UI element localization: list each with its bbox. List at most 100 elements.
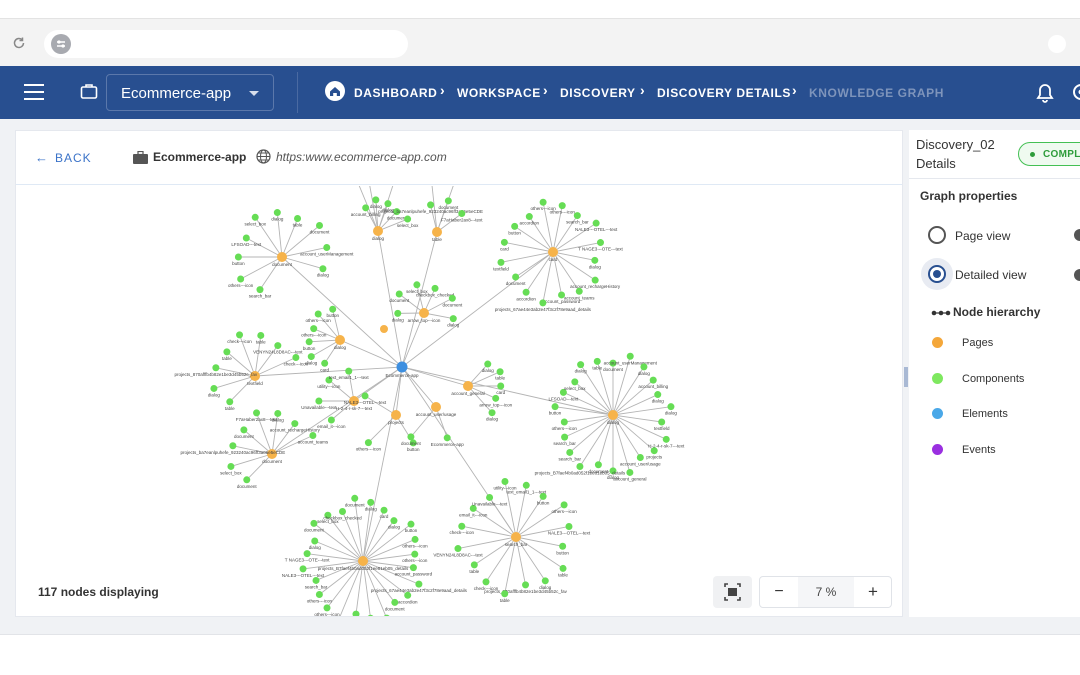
graph-component-node[interactable] [592,219,600,227]
graph-component-node[interactable] [649,376,657,384]
graph-component-node[interactable] [658,418,666,426]
graph-component-node[interactable] [539,492,547,500]
graph-component-node[interactable] [329,305,337,313]
help-icon[interactable] [1074,269,1080,281]
graph-component-node[interactable] [525,213,533,221]
graph-component-node[interactable] [229,442,237,450]
help-icon[interactable] [1074,229,1080,241]
graph-component-node[interactable] [559,564,567,572]
graph-component-node[interactable] [626,468,634,476]
graph-component-node[interactable] [256,286,264,294]
graph-component-node[interactable] [309,431,317,439]
graph-component-node[interactable] [596,239,604,247]
graph-component-node[interactable] [367,498,375,506]
graph-component-node[interactable] [384,200,392,208]
graph-component-node[interactable] [315,397,323,405]
graph-component-node[interactable] [312,576,320,584]
graph-component-node[interactable] [380,506,388,514]
graph-component-node[interactable] [427,201,435,209]
graph-component-node[interactable] [310,325,318,333]
graph-component-node[interactable] [413,281,421,289]
detailed-view-radio[interactable] [928,265,946,283]
breadcrumb-discovery-details[interactable]: DISCOVERY DETAILS [657,86,791,100]
graph-component-node[interactable] [591,276,599,284]
graph-component-node[interactable] [448,294,456,302]
graph-component-node[interactable] [242,234,250,242]
graph-page-node[interactable] [277,252,287,262]
graph-component-node[interactable] [323,604,331,612]
graph-component-node[interactable] [667,403,675,411]
settings-icon[interactable] [1071,81,1080,103]
graph-component-node[interactable] [501,478,509,486]
graph-component-node[interactable] [593,357,601,365]
graph-page-node[interactable] [511,532,521,542]
address-bar[interactable] [44,30,408,58]
graph-component-node[interactable] [274,409,282,417]
graph-component-node[interactable] [257,331,265,339]
graph-component-node[interactable] [511,222,519,230]
graph-component-node[interactable] [560,418,568,426]
app-select[interactable]: Ecommerce-app [106,74,274,111]
zoom-out-button[interactable]: − [760,577,798,607]
zoom-in-button[interactable]: + [854,577,892,607]
breadcrumb-discovery[interactable]: DISCOVERY [560,86,636,100]
graph-page-node[interactable] [548,247,558,257]
graph-component-node[interactable] [237,275,245,283]
graph-component-node[interactable] [411,550,419,558]
graph-component-node[interactable] [273,209,281,217]
graph-component-node[interactable] [458,522,466,530]
graph-component-node[interactable] [390,517,398,525]
graph-component-node[interactable] [575,287,583,295]
graph-component-node[interactable] [274,342,282,350]
graph-component-node[interactable] [559,542,567,550]
graph-component-node[interactable] [210,384,218,392]
graph-page-node[interactable] [380,325,388,333]
graph-component-node[interactable] [294,215,302,223]
graph-component-node[interactable] [314,310,322,318]
graph-component-node[interactable] [226,398,234,406]
graph-component-node[interactable] [303,550,311,558]
graph-component-node[interactable] [496,368,504,376]
graph-component-node[interactable] [253,409,261,417]
graph-component-node[interactable] [577,361,585,369]
graph-component-node[interactable] [626,352,634,360]
graph-component-node[interactable] [404,215,412,223]
graph-component-node[interactable] [409,564,417,572]
graph-component-node[interactable] [482,578,490,586]
graph-component-node[interactable] [292,353,300,361]
graph-component-node[interactable] [305,338,313,346]
graph-component-node[interactable] [522,581,530,589]
graph-component-node[interactable] [291,420,299,428]
graph-component-node[interactable] [522,288,530,296]
graph-component-node[interactable] [500,238,508,246]
graph-component-node[interactable] [223,348,231,356]
graph-component-node[interactable] [316,222,324,230]
graph-component-node[interactable] [551,403,559,411]
graph-component-node[interactable] [321,359,329,367]
graph-component-node[interactable] [234,253,242,261]
site-settings-icon[interactable] [51,34,71,54]
graph-component-node[interactable] [395,290,403,298]
graph-component-node[interactable] [212,364,220,372]
graph-page-node[interactable] [432,227,442,237]
panel-resize-handle[interactable] [904,367,908,387]
graph-component-node[interactable] [351,494,359,502]
graph-page-node[interactable] [391,410,401,420]
graph-page-node[interactable] [463,381,473,391]
menu-icon[interactable] [24,84,44,100]
graph-component-node[interactable] [311,537,319,545]
graph-component-node[interactable] [407,520,415,528]
graph-component-node[interactable] [458,210,466,218]
graph-component-node[interactable] [492,394,500,402]
graph-page-node[interactable] [373,226,383,236]
detailed-view-label[interactable]: Detailed view [955,268,1026,282]
graph-component-node[interactable] [539,198,547,206]
graph-component-node[interactable] [367,614,374,616]
graph-component-node[interactable] [636,454,644,462]
graph-component-node[interactable] [512,273,520,281]
bell-icon[interactable] [1035,82,1055,104]
graph-component-node[interactable] [407,433,415,441]
graph-page-node[interactable] [431,402,441,412]
fit-view-button[interactable] [713,576,752,608]
breadcrumb-workspace[interactable]: WORKSPACE [457,86,541,100]
